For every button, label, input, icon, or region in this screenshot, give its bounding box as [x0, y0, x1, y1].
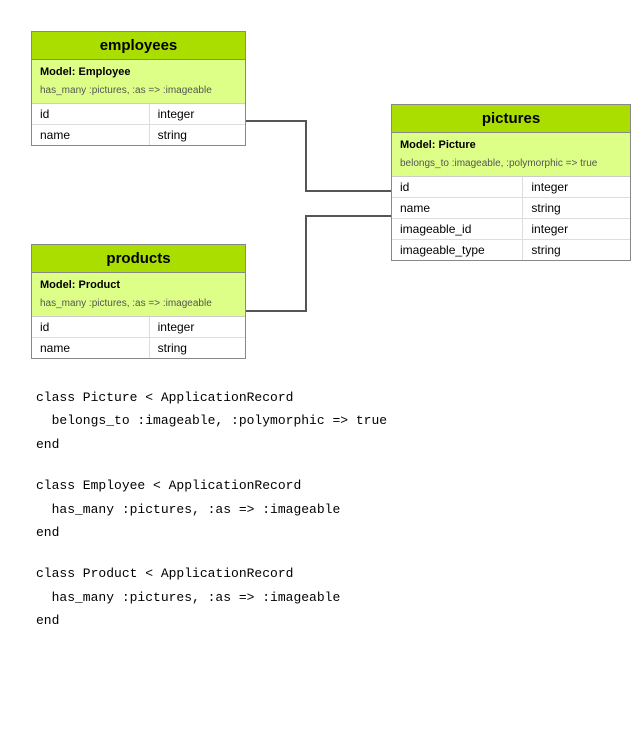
field-name: name [32, 125, 149, 146]
code-line: has_many :pictures, :as => :imageable [36, 586, 625, 609]
field-type: string [523, 198, 630, 219]
field-name: id [32, 104, 149, 125]
table-row: imageable_type string [392, 240, 630, 261]
table-row: id integer [32, 104, 245, 125]
products-model-sub: has_many :pictures, :as => :imageable [40, 298, 212, 309]
field-type: integer [523, 219, 630, 240]
employees-table-header: employees [32, 32, 245, 60]
pictures-model-sub: belongs_to :imageable, :polymorphic => t… [400, 158, 597, 169]
field-name: imageable_id [392, 219, 523, 240]
field-name: imageable_type [392, 240, 523, 261]
code-line: class Picture < ApplicationRecord [36, 386, 625, 409]
pictures-table-header: pictures [392, 105, 630, 133]
code-line: end [36, 521, 625, 544]
field-type: integer [523, 177, 630, 198]
arrow-pictures-to-products [241, 216, 391, 311]
employees-model-label: Model: [40, 66, 79, 78]
table-row: id integer [32, 317, 245, 338]
field-type: string [523, 240, 630, 261]
code-line: class Product < ApplicationRecord [36, 562, 625, 585]
code-line: end [36, 433, 625, 456]
code-line: belongs_to :imageable, :polymorphic => t… [36, 409, 625, 432]
code-block-employee: class Employee < ApplicationRecord has_m… [36, 474, 625, 544]
code-line: class Employee < ApplicationRecord [36, 474, 625, 497]
code-block-product: class Product < ApplicationRecord has_ma… [36, 562, 625, 632]
field-type: string [149, 338, 245, 359]
field-name: id [392, 177, 523, 198]
employees-table: employees Model: Employee has_many :pict… [31, 31, 246, 146]
pictures-fields-table: id integer name string imageable_id inte… [392, 177, 630, 260]
field-type: integer [149, 317, 245, 338]
products-table: products Model: Product has_many :pictur… [31, 244, 246, 359]
table-row: name string [32, 338, 245, 359]
products-fields-table: id integer name string [32, 317, 245, 358]
arrow-pictures-to-employees [241, 121, 391, 191]
field-name: name [392, 198, 523, 219]
employees-model-sub: has_many :pictures, :as => :imageable [40, 85, 212, 96]
pictures-table-model: Model: Picture belongs_to :imageable, :p… [392, 133, 630, 177]
table-row: name string [32, 125, 245, 146]
code-block-picture: class Picture < ApplicationRecord belong… [36, 386, 625, 456]
employees-fields-table: id integer name string [32, 104, 245, 145]
field-type: integer [149, 104, 245, 125]
field-name: id [32, 317, 149, 338]
pictures-table: pictures Model: Picture belongs_to :imag… [391, 104, 631, 261]
products-model-name: Product [79, 279, 121, 291]
code-line: has_many :pictures, :as => :imageable [36, 498, 625, 521]
pictures-model-name: Picture [439, 139, 476, 151]
field-name: name [32, 338, 149, 359]
table-row: id integer [392, 177, 630, 198]
products-model-label: Model: [40, 279, 79, 291]
field-type: string [149, 125, 245, 146]
er-diagram: employees Model: Employee has_many :pict… [16, 16, 636, 366]
code-line: end [36, 609, 625, 632]
table-row: imageable_id integer [392, 219, 630, 240]
employees-model-name: Employee [79, 66, 131, 78]
pictures-model-label: Model: [400, 139, 439, 151]
code-section: class Picture < ApplicationRecord belong… [16, 386, 625, 633]
products-table-header: products [32, 245, 245, 273]
employees-table-model: Model: Employee has_many :pictures, :as … [32, 60, 245, 104]
table-row: name string [392, 198, 630, 219]
products-table-model: Model: Product has_many :pictures, :as =… [32, 273, 245, 317]
